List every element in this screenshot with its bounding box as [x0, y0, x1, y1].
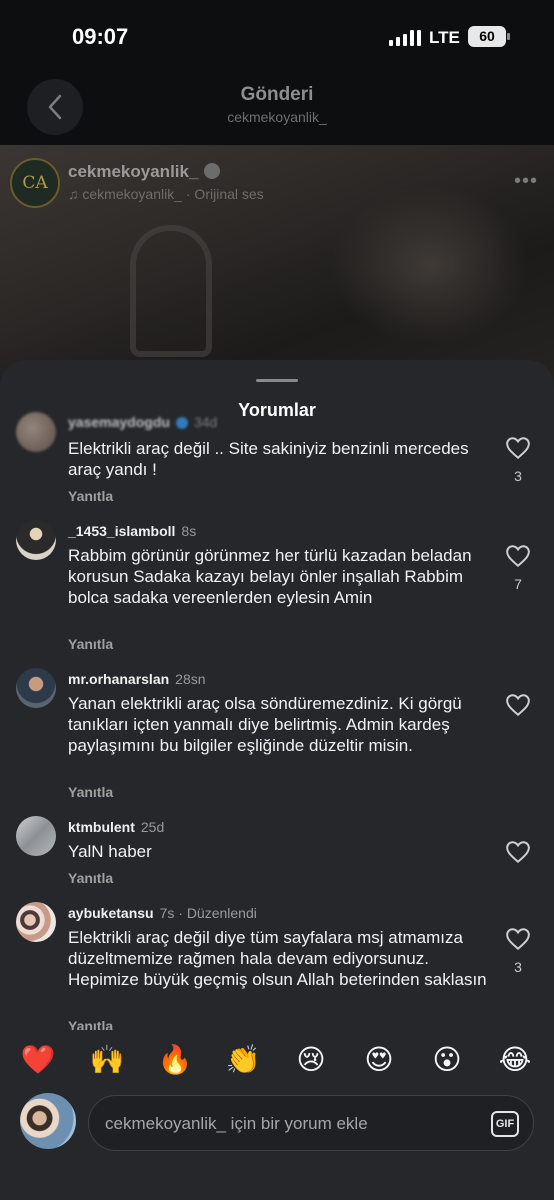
- heart-eyes-emoji-icon[interactable]: 😍: [361, 1044, 397, 1076]
- clapping-hands-emoji-icon[interactable]: 👏: [225, 1044, 261, 1076]
- heart-icon[interactable]: [505, 436, 531, 460]
- raising-hands-emoji-icon[interactable]: 🙌: [89, 1044, 125, 1076]
- comment-username[interactable]: yasemaydogdu 34d: [68, 414, 217, 430]
- like-count: 7: [514, 576, 522, 592]
- comment-input-placeholder: cekmekoyanlik_ için bir yorum ekle: [105, 1114, 368, 1133]
- music-note-icon: ♫: [68, 186, 79, 202]
- reply-button[interactable]: Yanıtla: [68, 870, 113, 886]
- comment-text: YalN haber: [68, 842, 152, 861]
- avatar[interactable]: [16, 520, 56, 560]
- post-avatar[interactable]: CA: [10, 158, 60, 208]
- comment-username[interactable]: ktmbulent 25d: [68, 819, 164, 835]
- surprised-face-emoji-icon[interactable]: 😮: [429, 1044, 465, 1076]
- post-username[interactable]: cekmekoyanlik_: [68, 162, 221, 182]
- heart-icon[interactable]: [505, 693, 531, 717]
- comment-username[interactable]: mr.orhanarslan 28sn: [68, 671, 206, 687]
- comment-username[interactable]: _1453_islamboll 8s: [68, 523, 196, 539]
- status-time: 09:07: [72, 24, 129, 49]
- reply-button[interactable]: Yanıtla: [68, 1018, 113, 1030]
- avatar[interactable]: [16, 902, 56, 942]
- crying-face-emoji-icon[interactable]: 😢: [293, 1044, 329, 1076]
- reply-button[interactable]: Yanıtla: [68, 784, 113, 800]
- fire-emoji-icon[interactable]: 🔥: [157, 1044, 193, 1076]
- page-subtitle: cekmekoyanlik_: [227, 109, 327, 125]
- avatar[interactable]: [16, 412, 56, 452]
- post-audio[interactable]: ♫ cekmekoyanlik_ · Orijinal ses: [68, 186, 264, 202]
- heart-icon[interactable]: [505, 927, 531, 951]
- avatar[interactable]: [16, 668, 56, 708]
- like-count: 3: [514, 468, 522, 484]
- heart-icon[interactable]: [505, 544, 531, 568]
- sheet-drag-handle[interactable]: [256, 379, 298, 382]
- comment-input[interactable]: cekmekoyanlik_ için bir yorum ekle GIF: [88, 1095, 534, 1151]
- reply-button[interactable]: Yanıtla: [68, 636, 113, 652]
- battery-icon: 60: [468, 26, 510, 47]
- page-header: Gönderi cekmekoyanlik_: [0, 76, 554, 140]
- verified-badge-icon: [204, 163, 221, 179]
- tears-of-joy-emoji-icon[interactable]: 😂: [497, 1044, 533, 1076]
- reply-button[interactable]: Yanıtla: [68, 488, 113, 504]
- comment-username[interactable]: aybuketansu 7s · Düzenlendi: [68, 905, 257, 921]
- page-title: Gönderi: [240, 84, 314, 105]
- avatar[interactable]: [16, 816, 56, 856]
- status-bar: 09:07 LTE 60: [0, 0, 554, 76]
- network-type: LTE: [429, 28, 460, 47]
- signal-icon: [389, 30, 421, 46]
- comment-text: Yanan elektrikli araç olsa söndüremezdin…: [68, 694, 462, 755]
- comment-text: Elektrikli araç değil .. Site sakiniyiz …: [68, 439, 469, 479]
- post-header: CA cekmekoyanlik_ ♫ cekmekoyanlik_ · Ori…: [0, 150, 554, 210]
- comment-composer: cekmekoyanlik_ için bir yorum ekle GIF: [0, 1090, 554, 1200]
- my-avatar: [20, 1093, 76, 1149]
- emoji-reaction-bar: ❤️ 🙌 🔥 👏 😢 😍 😮 😂: [0, 1030, 554, 1090]
- verified-badge-icon: [175, 417, 188, 429]
- comment-text: Rabbim görünür görünmez her türlü kazada…: [68, 546, 472, 607]
- comment-text: Elektrikli araç değil diye tüm sayfalara…: [68, 928, 487, 989]
- more-options-icon[interactable]: •••: [514, 170, 538, 193]
- heart-icon[interactable]: [505, 840, 531, 864]
- red-heart-emoji-icon[interactable]: ❤️: [20, 1044, 56, 1076]
- like-count: 3: [514, 959, 522, 975]
- gif-button[interactable]: GIF: [491, 1111, 519, 1137]
